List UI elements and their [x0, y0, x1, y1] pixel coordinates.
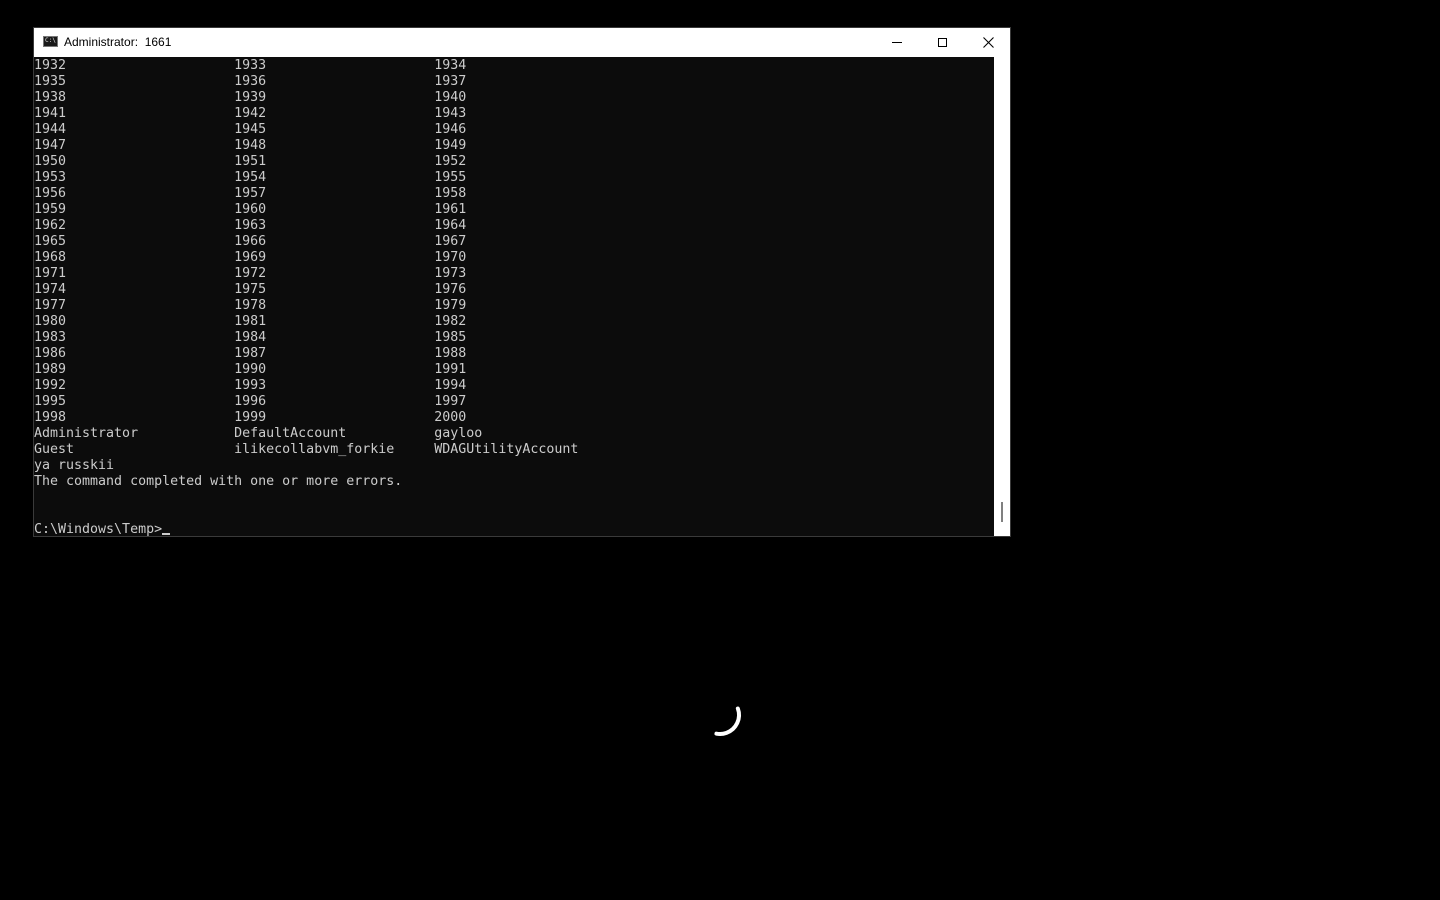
- console-line: 1965 1966 1967: [34, 234, 467, 249]
- minimize-button[interactable]: [874, 28, 920, 57]
- command-prompt: C:\Windows\Temp>: [34, 522, 163, 536]
- maximize-button[interactable]: [919, 28, 965, 57]
- console-icon: C:\: [43, 36, 58, 47]
- close-icon: [982, 37, 994, 48]
- console-line: 1992 1993 1994: [34, 378, 467, 393]
- console-line: 1941 1942 1943: [34, 106, 467, 121]
- text-cursor: [162, 533, 171, 535]
- console-output: 1932 1933 1934 1935 1936 1937 1938 1939 …: [34, 58, 578, 536]
- minimize-icon: [892, 42, 902, 43]
- console-lines: 1932 1933 1934 1935 1936 1937 1938 1939 …: [34, 58, 578, 489]
- console-line: 1953 1954 1955: [34, 170, 467, 185]
- console-line: 1947 1948 1949: [34, 138, 467, 153]
- scrollbar-thumb[interactable]: [1001, 502, 1003, 522]
- console-line: 1971 1972 1973: [34, 266, 467, 281]
- window-title: Administrator: 1661: [64, 35, 172, 49]
- console-line: Administrator DefaultAccount gayloo: [34, 426, 483, 441]
- console-line: Guest ilikecollabvm_forkie WDAGUtilityAc…: [34, 442, 579, 457]
- console-line: 1959 1960 1961: [34, 202, 467, 217]
- console-line: The command completed with one or more e…: [34, 474, 403, 489]
- console-line: 1995 1996 1997: [34, 394, 467, 409]
- console-line: 1968 1969 1970: [34, 250, 467, 265]
- console-line: 1956 1957 1958: [34, 186, 467, 201]
- close-button[interactable]: [965, 28, 1011, 57]
- console-line: 1980 1981 1982: [34, 314, 467, 329]
- vertical-scrollbar[interactable]: [994, 57, 1010, 536]
- console-window[interactable]: C:\ Administrator: 1661 1932 1933 1934 1…: [33, 27, 1011, 537]
- console-line: 1974 1975 1976: [34, 282, 467, 297]
- console-line: 1944 1945 1946: [34, 122, 467, 137]
- maximize-icon: [937, 38, 947, 47]
- console-output-area[interactable]: 1932 1933 1934 1935 1936 1937 1938 1939 …: [34, 57, 994, 536]
- console-line: ya russkii: [34, 458, 115, 473]
- desktop: C:\ Administrator: 1661 1932 1933 1934 1…: [0, 0, 1440, 900]
- console-line: 1962 1963 1964: [34, 218, 467, 233]
- console-line: 1983 1984 1985: [34, 330, 467, 345]
- console-line: 1986 1987 1988: [34, 346, 467, 361]
- title-bar[interactable]: C:\ Administrator: 1661: [34, 28, 1010, 57]
- loading-spinner-icon: [699, 695, 741, 736]
- console-line: 1998 1999 2000: [34, 410, 467, 425]
- console-line: 1938 1939 1940: [34, 90, 467, 105]
- console-line: 1977 1978 1979: [34, 298, 467, 313]
- console-line: 1935 1936 1937: [34, 74, 467, 89]
- console-line: 1989 1990 1991: [34, 362, 467, 377]
- console-line: 1932 1933 1934: [34, 58, 467, 73]
- console-line: 1950 1951 1952: [34, 154, 467, 169]
